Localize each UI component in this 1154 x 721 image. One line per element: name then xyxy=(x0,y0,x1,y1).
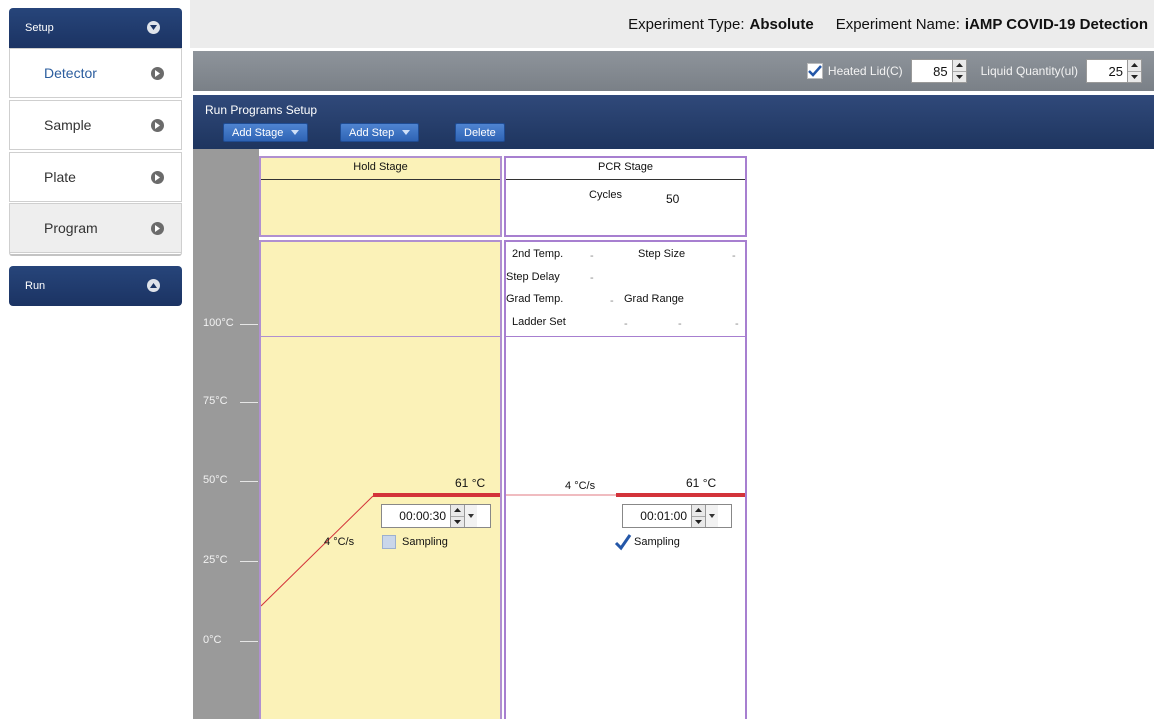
experiment-name-label: Experiment Name: xyxy=(835,15,960,33)
heated-lid-value[interactable]: 85 xyxy=(912,64,952,79)
hold-time-value[interactable]: 00:00:30 xyxy=(382,509,450,523)
nav-divider xyxy=(9,252,182,256)
nav-item-sample[interactable]: Sample xyxy=(9,100,182,150)
dropdown-arrow-icon xyxy=(402,130,411,135)
axis-tick xyxy=(240,324,258,325)
heated-lid-spinner[interactable] xyxy=(951,60,966,83)
axis-tick xyxy=(240,641,258,642)
liquid-quantity-label: Liquid Quantity(ul) xyxy=(980,64,1078,78)
chevron-down-icon xyxy=(709,514,715,518)
axis-label-75: 75°C xyxy=(203,395,228,407)
axis-tick xyxy=(240,402,258,403)
nav-item-label: Plate xyxy=(44,169,76,185)
nav-item-label: Sample xyxy=(44,117,92,133)
experiment-name-value: iAMP COVID-19 Detection xyxy=(964,15,1148,33)
program-canvas: 100°C 75°C 50°C 25°C 0°C Hold Stage PCR … xyxy=(193,149,1154,719)
liquid-quantity-value[interactable]: 25 xyxy=(1087,64,1127,79)
spin-up-icon[interactable] xyxy=(692,505,705,517)
delete-button[interactable]: Delete xyxy=(455,123,505,142)
heated-lid-checkbox[interactable] xyxy=(806,63,823,79)
settings-bar: Heated Lid(C) 85 Liquid Quantity(ul) 25 xyxy=(193,51,1154,91)
nav-item-program[interactable]: Program xyxy=(9,203,182,253)
pcr-time-spinner[interactable] xyxy=(691,505,705,527)
chevron-down-icon xyxy=(468,514,474,518)
dropdown-arrow-icon xyxy=(291,130,300,135)
pcr-temp-value[interactable]: 61 °C xyxy=(686,476,716,490)
experiment-type-value: Absolute xyxy=(749,15,814,33)
hold-stage-title: Hold Stage xyxy=(261,158,500,180)
check-icon xyxy=(808,65,822,77)
pcr-time-field[interactable]: 00:01:00 xyxy=(622,504,732,528)
pcr-stage-step[interactable]: 2nd Temp. - Step Size - Step Delay - Gra… xyxy=(504,240,747,719)
program-title: Run Programs Setup xyxy=(205,103,318,117)
arrow-right-icon xyxy=(151,171,164,184)
add-step-button[interactable]: Add Step xyxy=(340,123,420,142)
cycles-value[interactable]: 50 xyxy=(666,192,679,206)
check-icon xyxy=(614,534,632,551)
pcr-time-dropdown[interactable] xyxy=(705,505,718,527)
cycles-label: Cycles xyxy=(589,189,623,201)
pcr-sampling-checkbox[interactable] xyxy=(614,533,632,551)
hold-sampling-checkbox[interactable] xyxy=(382,535,396,549)
temperature-axis: 100°C 75°C 50°C 25°C 0°C xyxy=(193,149,259,719)
add-step-label: Add Step xyxy=(349,126,395,139)
arrow-right-icon xyxy=(151,119,164,132)
experiment-type-label: Experiment Type: xyxy=(628,15,745,33)
axis-label-25: 25°C xyxy=(203,554,228,566)
nav-item-label: Program xyxy=(44,220,98,236)
axis-tick xyxy=(240,561,258,562)
hold-stage-header[interactable]: Hold Stage xyxy=(259,156,502,237)
liquid-quantity-spinner[interactable] xyxy=(1127,60,1141,82)
chevron-up-icon[interactable] xyxy=(147,279,160,292)
nav-item-detector[interactable]: Detector xyxy=(9,48,182,98)
hold-time-field[interactable]: 00:00:30 xyxy=(381,504,491,528)
spin-up-icon[interactable] xyxy=(952,60,966,72)
pcr-time-value[interactable]: 00:01:00 xyxy=(623,509,691,523)
program-toolbar: Run Programs Setup Add Stage Add Step De… xyxy=(193,95,1154,149)
hold-ramp-rate[interactable]: 4 °C/s xyxy=(324,536,354,548)
arrow-right-icon xyxy=(151,67,164,80)
pcr-stage-title: PCR Stage xyxy=(506,158,745,180)
chevron-down-icon[interactable] xyxy=(147,21,160,34)
hold-sampling-label: Sampling xyxy=(402,536,448,548)
pcr-stage-header[interactable]: PCR Stage Cycles 50 xyxy=(504,156,747,237)
axis-label-50: 50°C xyxy=(203,474,228,486)
axis-label-0: 0°C xyxy=(203,634,222,646)
pcr-sampling-label: Sampling xyxy=(634,536,680,548)
hold-temp-value[interactable]: 61 °C xyxy=(455,476,485,490)
pcr-ramp-rate[interactable]: 4 °C/s xyxy=(565,480,595,492)
axis-tick xyxy=(240,481,258,482)
spin-down-icon[interactable] xyxy=(692,517,705,528)
spin-down-icon[interactable] xyxy=(953,72,966,83)
run-header[interactable]: Run xyxy=(9,266,182,306)
run-header-label: Run xyxy=(25,280,46,292)
nav-item-label: Detector xyxy=(44,65,97,81)
spin-up-icon[interactable] xyxy=(1128,60,1141,72)
spin-up-icon[interactable] xyxy=(451,505,464,517)
liquid-quantity-field[interactable]: 25 xyxy=(1086,59,1142,83)
heated-lid-field[interactable]: 85 xyxy=(910,59,967,83)
spin-down-icon[interactable] xyxy=(451,517,464,528)
spin-down-icon[interactable] xyxy=(1128,72,1141,83)
delete-label: Delete xyxy=(464,126,496,139)
heated-lid-label: Heated Lid(C) xyxy=(827,64,903,78)
hold-time-dropdown[interactable] xyxy=(464,505,477,527)
experiment-info-bar: Experiment Type: Absolute Experiment Nam… xyxy=(190,0,1154,48)
setup-header[interactable]: Setup xyxy=(9,8,182,48)
add-stage-button[interactable]: Add Stage xyxy=(223,123,309,142)
hold-time-spinner[interactable] xyxy=(450,505,464,527)
add-stage-label: Add Stage xyxy=(232,126,284,139)
axis-label-100: 100°C xyxy=(203,317,234,329)
nav-item-plate[interactable]: Plate xyxy=(9,152,182,202)
arrow-right-icon xyxy=(151,222,164,235)
hold-stage-step[interactable]: 61 °C 00:00:30 4 °C/s Sampling xyxy=(259,240,502,719)
setup-header-label: Setup xyxy=(25,22,54,34)
